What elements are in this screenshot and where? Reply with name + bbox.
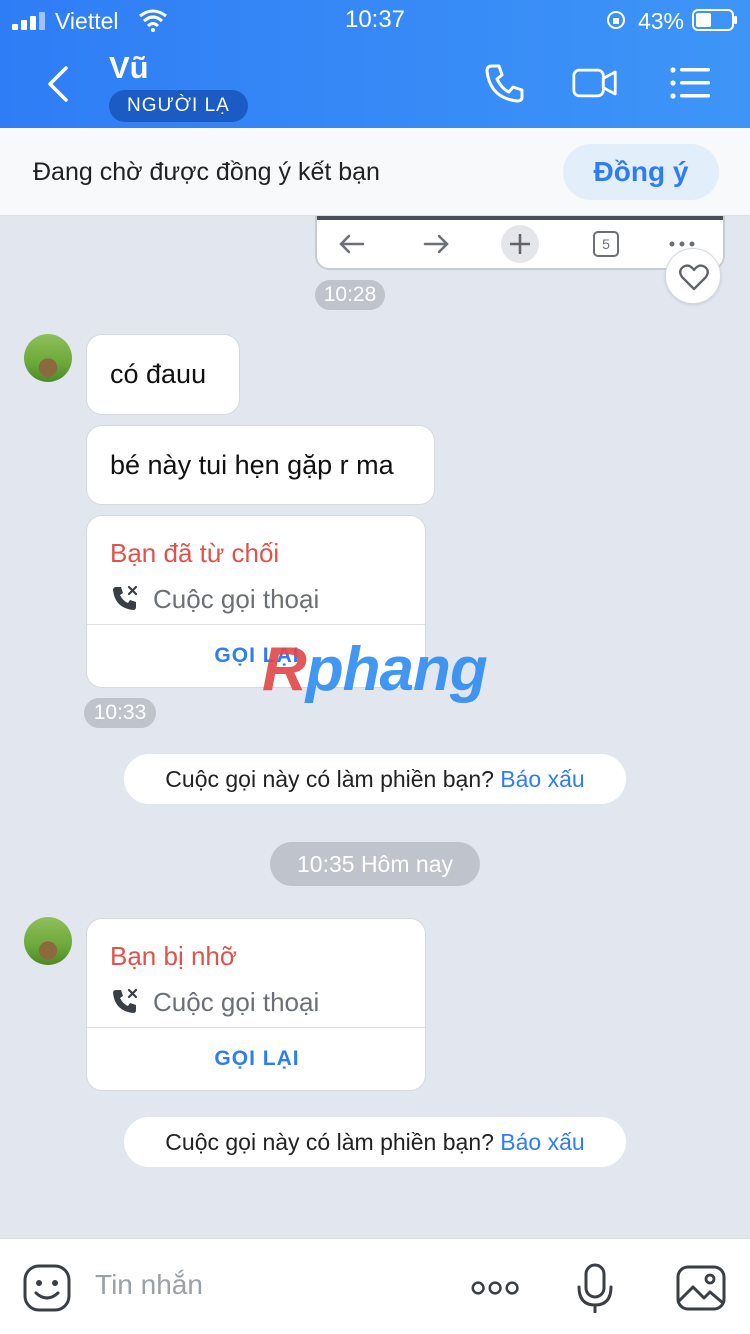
arrow-left-icon: [339, 234, 365, 254]
plus-icon: [510, 234, 530, 254]
message-time: 10:28: [315, 280, 385, 310]
menu-list-icon[interactable]: [668, 60, 714, 106]
back-icon[interactable]: [40, 62, 76, 106]
report-link[interactable]: Báo xấu: [500, 766, 584, 792]
friend-request-bar: Đang chờ được đồng ý kết bạn Đồng ý: [0, 128, 750, 216]
message-composer: Tin nhắn: [0, 1238, 750, 1334]
status-bar: Viettel 10:37 43%: [0, 0, 750, 40]
call-back-button[interactable]: GỌI LẠI: [87, 1027, 425, 1090]
arrow-right-icon: [423, 234, 449, 254]
image-gallery-icon[interactable]: [676, 1263, 726, 1313]
report-prompt: Cuộc gọi này có làm phiền bạn? Báo xấu: [124, 1117, 626, 1167]
stranger-badge: NGƯỜI LẠ: [109, 90, 248, 122]
microphone-icon[interactable]: [570, 1263, 620, 1313]
report-question: Cuộc gọi này có làm phiền bạn?: [165, 766, 494, 792]
date-divider: 10:35 Hôm nay: [270, 842, 480, 886]
friend-request-text: Đang chờ được đồng ý kết bạn: [33, 158, 380, 186]
avatar[interactable]: [24, 917, 72, 965]
missed-call-icon: [113, 988, 138, 1013]
message-bubble[interactable]: có đauu: [86, 334, 240, 415]
message-bubble[interactable]: bé này tui hẹn gặp r ma: [86, 425, 435, 505]
report-question: Cuộc gọi này có làm phiền bạn?: [165, 1129, 494, 1155]
missed-call-icon: [113, 585, 138, 610]
report-prompt: Cuộc gọi này có làm phiền bạn? Báo xấu: [124, 754, 626, 804]
rotation-lock-icon: [607, 11, 625, 29]
call-status: Bạn bị nhỡ: [110, 941, 237, 971]
phone-icon[interactable]: [482, 60, 528, 106]
react-heart-button[interactable]: [665, 248, 721, 304]
battery-percent: 43%: [637, 8, 684, 34]
report-link[interactable]: Báo xấu: [500, 1129, 584, 1155]
more-options-icon[interactable]: [471, 1263, 521, 1313]
call-card-missed: Bạn bị nhỡ Cuộc gọi thoại GỌI LẠI: [86, 918, 426, 1091]
message-input[interactable]: Tin nhắn: [95, 1269, 203, 1301]
emoji-sticker-icon[interactable]: [22, 1263, 72, 1313]
call-type: Cuộc gọi thoại: [153, 584, 320, 614]
heart-icon: [679, 264, 709, 291]
watermark-rest: phang: [305, 635, 488, 704]
contact-name[interactable]: Vũ: [109, 50, 149, 86]
tabs-count-icon: 5: [593, 231, 619, 257]
accept-friend-button[interactable]: Đồng ý: [563, 144, 719, 200]
video-call-icon[interactable]: [572, 60, 618, 106]
chat-header: Viettel 10:37 43% Vũ NGƯỜI LẠ: [0, 0, 750, 128]
message-time: 10:33: [84, 698, 156, 728]
image-edge: [317, 216, 723, 220]
avatar[interactable]: [24, 334, 72, 382]
shared-image-card[interactable]: 5: [315, 216, 725, 270]
watermark-initial: R: [262, 635, 307, 704]
battery-icon: [692, 9, 737, 31]
call-type: Cuộc gọi thoại: [153, 987, 320, 1017]
plus-circle: [501, 225, 539, 263]
watermark-logo: Rphang: [262, 634, 488, 705]
call-status: Bạn đã từ chối: [110, 538, 280, 568]
